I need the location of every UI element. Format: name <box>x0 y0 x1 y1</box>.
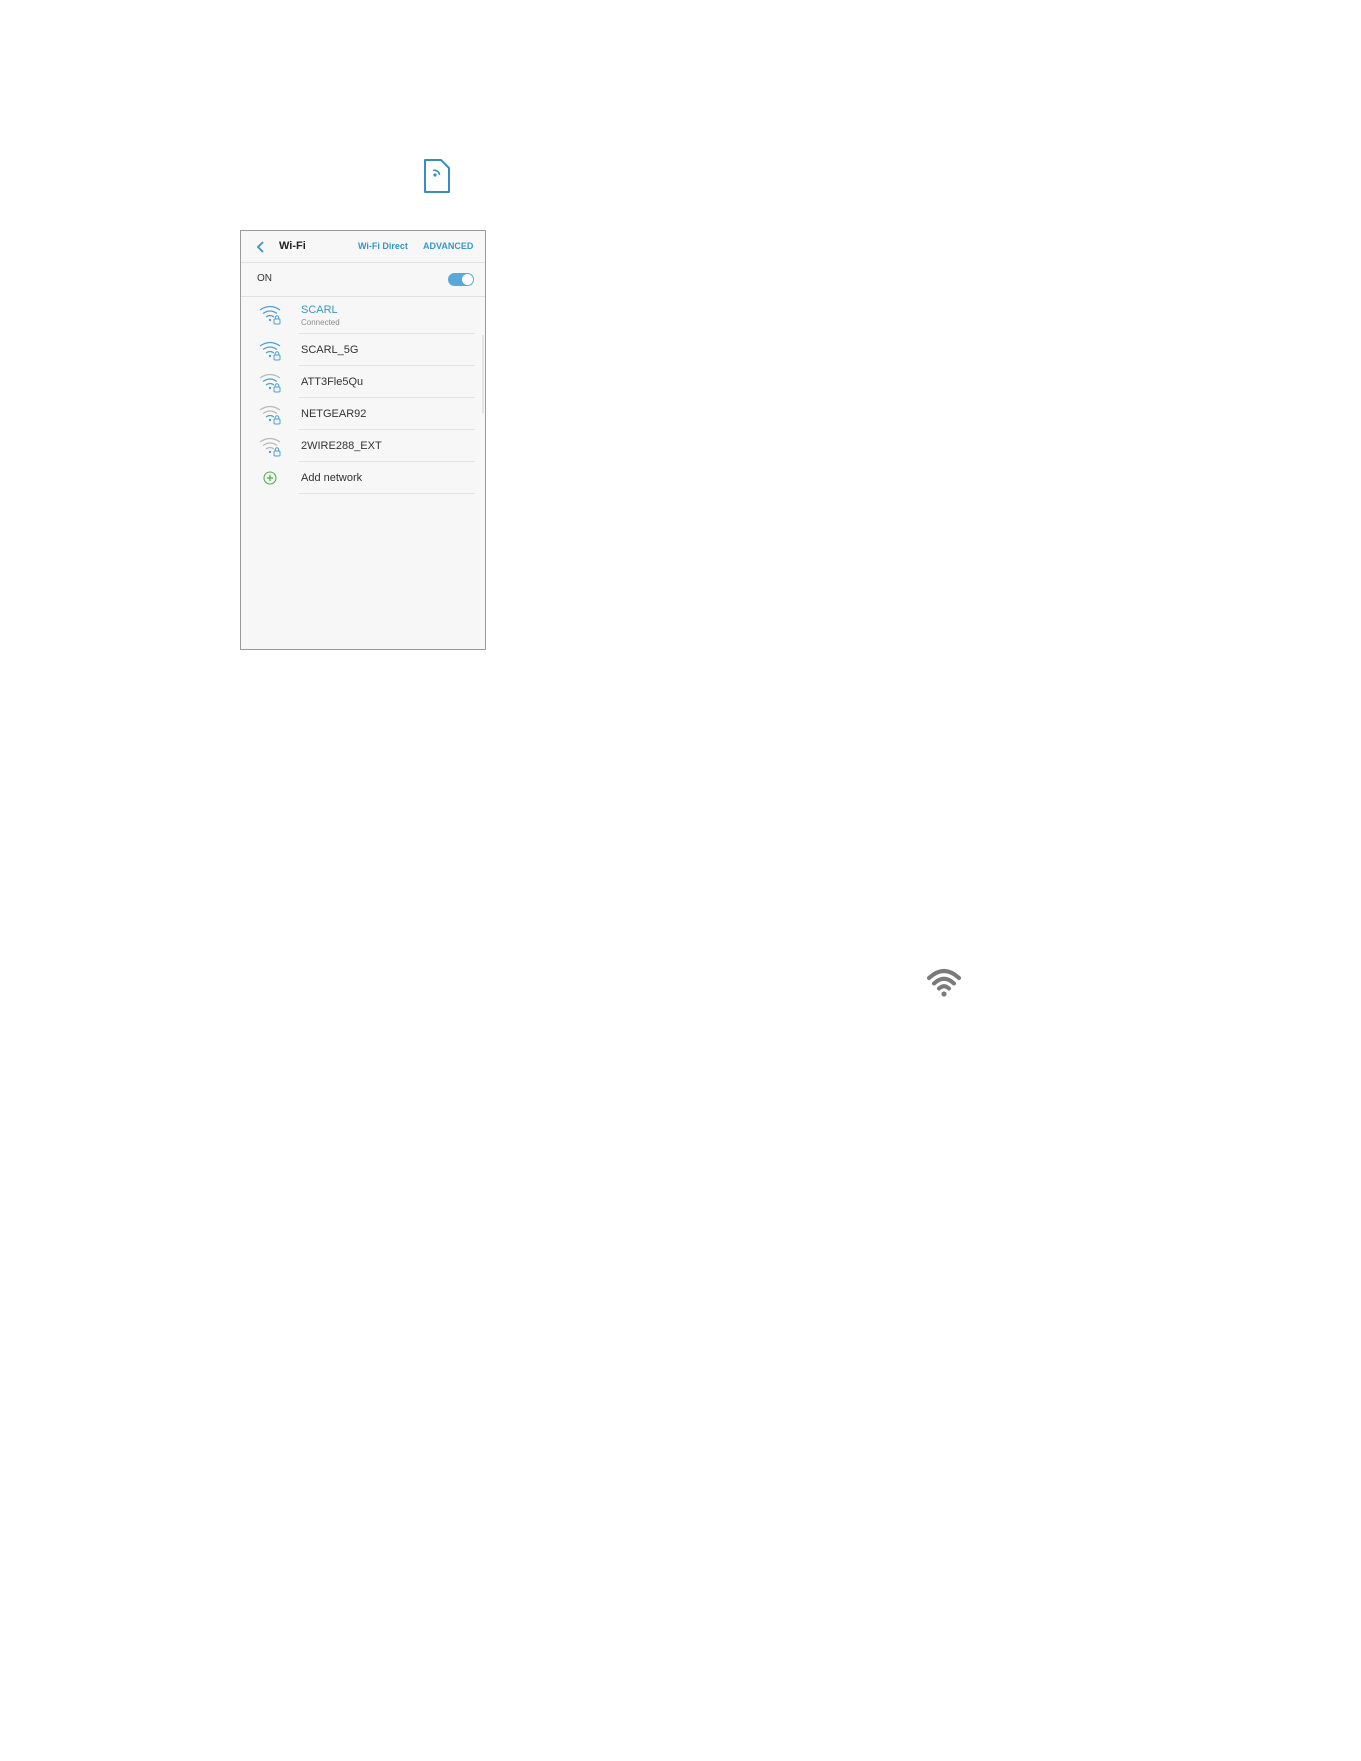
wifi-lock-icon <box>259 373 281 393</box>
network-name: ATT3Fle5Qu <box>301 376 364 388</box>
add-network-button[interactable]: Add network <box>241 462 485 494</box>
app-bar: Wi-Fi Wi-Fi Direct ADVANCED <box>241 231 485 262</box>
network-status: Connected <box>301 318 340 327</box>
network-name: NETGEAR92 <box>301 408 367 420</box>
scrollbar[interactable] <box>482 335 484 413</box>
page-title: Wi-Fi <box>279 240 306 252</box>
wifi-lock-icon <box>259 341 281 361</box>
plus-circle-icon <box>263 471 277 485</box>
toggle-knob <box>462 274 473 285</box>
network-item-att3fle5qu[interactable]: ATT3Fle5Qu <box>241 366 485 398</box>
network-item-netgear92[interactable]: NETGEAR92 <box>241 398 485 430</box>
wifi-direct-button[interactable]: Wi-Fi Direct <box>358 241 408 251</box>
wifi-lock-icon <box>259 405 281 425</box>
chevron-left-icon[interactable] <box>254 239 268 255</box>
toggle-label: ON <box>257 273 272 284</box>
network-name: SCARL_5G <box>301 344 359 356</box>
wifi-lock-icon <box>259 305 281 325</box>
wifi-settings-screen: Wi-Fi Wi-Fi Direct ADVANCED ON SCARL Con… <box>240 230 486 650</box>
add-network-label: Add network <box>301 472 363 484</box>
network-name: 2WIRE288_EXT <box>301 440 382 452</box>
wifi-toggle-switch[interactable] <box>448 273 474 286</box>
wifi-signal-icon <box>927 969 961 997</box>
advanced-button[interactable]: ADVANCED <box>423 241 473 251</box>
wifi-lock-icon <box>259 437 281 457</box>
phone-wireless-icon <box>424 159 450 193</box>
wifi-master-toggle-row[interactable]: ON <box>241 262 485 297</box>
network-name: SCARL <box>301 304 338 316</box>
network-item-2wire288-ext[interactable]: 2WIRE288_EXT <box>241 430 485 462</box>
network-item-scarl-5g[interactable]: SCARL_5G <box>241 334 485 366</box>
network-item-scarl[interactable]: SCARL Connected <box>241 296 485 334</box>
divider <box>299 493 475 494</box>
